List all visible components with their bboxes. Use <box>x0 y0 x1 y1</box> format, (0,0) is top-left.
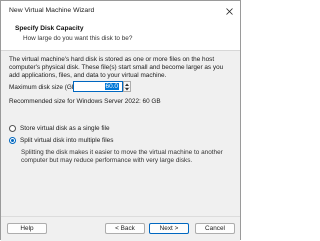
wizard-header: Specify Disk Capacity How large do you w… <box>1 22 240 51</box>
wizard-window: New Virtual Machine Wizard Specify Disk … <box>0 0 241 241</box>
chevron-down-icon <box>125 88 129 91</box>
split-files-label: Split virtual disk into multiple files <box>20 137 114 144</box>
max-size-value: 60.0 <box>104 83 119 90</box>
max-size-label: Maximum disk size (GB): <box>9 84 81 91</box>
max-size-input[interactable]: 60.0 <box>73 81 123 92</box>
cancel-button[interactable]: Cancel <box>195 223 235 234</box>
single-file-label: Store virtual disk as a single file <box>20 125 110 132</box>
option-single-file[interactable]: Store virtual disk as a single file <box>9 125 110 132</box>
wizard-footer: Help < Back Next > Cancel <box>1 216 240 241</box>
help-button[interactable]: Help <box>7 223 47 234</box>
window-title: New Virtual Machine Wizard <box>9 7 95 14</box>
title-bar[interactable]: New Virtual Machine Wizard <box>1 1 240 22</box>
split-description: Splitting the disk makes it easier to mo… <box>21 149 223 165</box>
chevron-up-icon <box>125 83 129 86</box>
page-subtitle: How large do you want this disk to be? <box>23 35 133 42</box>
back-button[interactable]: < Back <box>105 223 145 234</box>
close-icon <box>225 8 233 15</box>
single-file-radio[interactable] <box>9 125 16 132</box>
stepper-down-button[interactable] <box>124 86 130 93</box>
recommended-size: Recommended size for Windows Server 2022… <box>9 98 161 105</box>
wizard-body: The virtual machine's hard disk is store… <box>1 51 240 216</box>
page-title: Specify Disk Capacity <box>15 25 84 32</box>
close-button[interactable] <box>219 3 239 20</box>
split-files-radio[interactable] <box>9 137 16 144</box>
option-split-files[interactable]: Split virtual disk into multiple files <box>9 137 113 144</box>
disk-description: The virtual machine's hard disk is store… <box>9 56 224 80</box>
next-button[interactable]: Next > <box>149 223 189 234</box>
size-stepper[interactable] <box>123 81 131 92</box>
